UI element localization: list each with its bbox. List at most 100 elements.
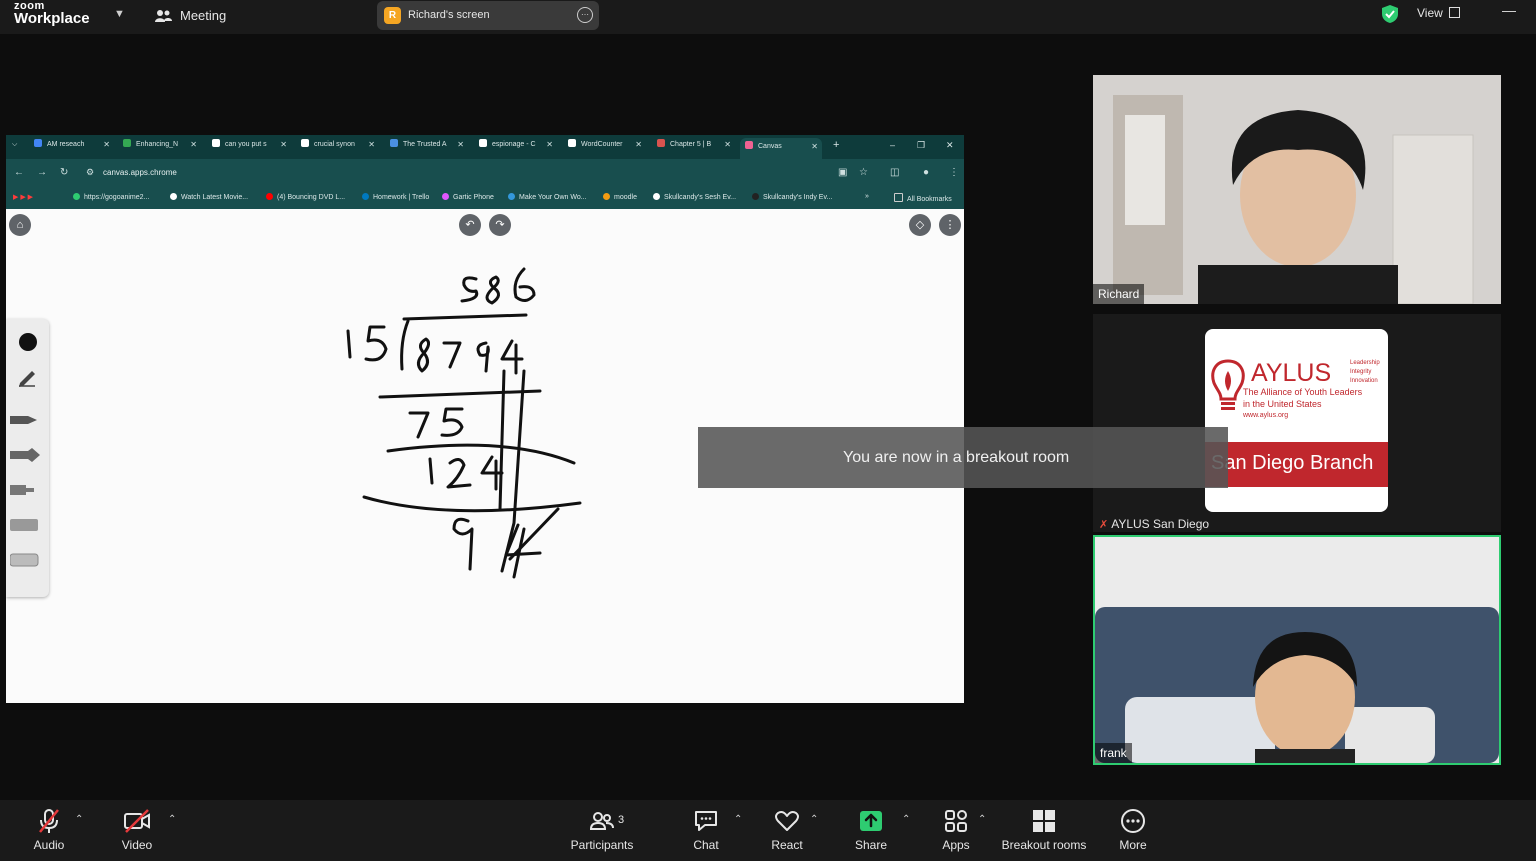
react-button[interactable]: React [770, 808, 804, 852]
fountain-pen-tool-icon[interactable] [10, 446, 40, 464]
audio-button[interactable]: Audio [30, 808, 68, 852]
window-close-icon[interactable]: ✕ [946, 140, 954, 157]
browser-tab[interactable]: AM reseach ✕ [34, 139, 110, 156]
tab-label: AM reseach [47, 141, 85, 148]
home-icon[interactable]: ⌂ [9, 214, 31, 236]
chat-options-chevron-icon[interactable]: ⌃ [734, 814, 742, 825]
browser-menu-icon[interactable]: ⋮ [949, 167, 959, 178]
share-button[interactable]: Share [852, 808, 890, 852]
participant-video-frank[interactable]: frank [1093, 535, 1501, 765]
close-icon[interactable]: ✕ [546, 140, 553, 149]
react-label: React [771, 838, 803, 852]
pen-tool-icon[interactable] [10, 411, 40, 429]
participants-button[interactable]: Participants [570, 808, 634, 852]
browser-tab[interactable]: Enhancing_N ✕ [123, 139, 197, 156]
apps-button[interactable]: Apps [940, 808, 972, 852]
bookmark-item[interactable]: Gartic Phone [442, 193, 494, 201]
canvas-menu-icon[interactable]: ⋮ [939, 214, 961, 236]
close-icon[interactable]: ✕ [811, 142, 818, 151]
new-tab-icon[interactable]: + [833, 139, 839, 156]
close-icon[interactable]: ✕ [724, 140, 731, 149]
aylus-url: www.aylus.org [1243, 412, 1289, 419]
toast-message: You are now in a breakout room [843, 449, 1070, 466]
aylus-tagline-3: Innovation [1350, 378, 1378, 384]
back-arrow-icon[interactable]: ← [14, 167, 24, 178]
security-shield-icon[interactable] [1382, 5, 1398, 23]
audio-options-chevron-icon[interactable]: ⌃ [75, 814, 83, 825]
share-options-chevron-icon[interactable]: ⌃ [902, 814, 910, 825]
more-bookmarks-icon[interactable]: » [865, 193, 869, 200]
minimize-icon[interactable]: — [1502, 2, 1516, 18]
redo-icon[interactable]: ↷ [489, 214, 511, 236]
view-button[interactable]: View [1417, 6, 1460, 20]
bookmark-label: Homework | Trello [373, 194, 430, 201]
meeting-controls-toolbar: Audio ⌃ Video ⌃ Participants 3 Chat ⌃ Re… [0, 800, 1536, 861]
bookmark-favicon-icon [362, 193, 369, 200]
tab-label: espionage - C [492, 141, 536, 148]
muted-mic-icon [39, 809, 59, 833]
more-button[interactable]: More [1116, 808, 1150, 852]
react-options-chevron-icon[interactable]: ⌃ [810, 814, 818, 825]
pen-edit-icon[interactable] [10, 369, 40, 387]
window-minimize-icon[interactable]: – [890, 140, 895, 157]
video-button[interactable]: Video [120, 808, 154, 852]
participant-tile-aylus[interactable]: AYLUS Leadership Integrity Innovation Th… [1093, 314, 1501, 532]
bookmark-star-icon[interactable]: ☆ [859, 167, 868, 178]
close-icon[interactable]: ✕ [190, 140, 197, 149]
browser-tab[interactable]: Chapter 5 | B ✕ [657, 139, 731, 156]
breakout-rooms-button[interactable]: Breakout rooms [1000, 808, 1088, 852]
bookmark-item[interactable]: (4) Bouncing DVD L... [266, 193, 345, 201]
lightbulb-logo-icon [1211, 359, 1245, 410]
close-icon[interactable]: ✕ [103, 140, 110, 149]
participant-video-richard[interactable]: Richard [1093, 75, 1501, 304]
tab-search-dropdown-icon[interactable]: ⌵ [12, 141, 26, 158]
meeting-menu-button[interactable]: Meeting [155, 8, 226, 23]
bookmark-item[interactable]: Make Your Own Wo... [508, 193, 587, 201]
layers-icon[interactable]: ◇ [909, 214, 931, 236]
color-swatch-icon[interactable] [10, 333, 40, 351]
browser-tab[interactable]: WordCounter ✕ [568, 139, 642, 156]
close-icon[interactable]: ✕ [368, 140, 375, 149]
forward-arrow-icon[interactable]: → [37, 167, 47, 178]
bookmark-item[interactable]: Skullcandy's Sesh Ev... [653, 193, 736, 201]
extensions-icon[interactable]: ◫ [890, 167, 899, 178]
profile-avatar-icon[interactable]: ● [923, 167, 929, 178]
chat-button[interactable]: Chat [690, 808, 722, 852]
bookmark-item[interactable]: https://gogoanime2... [73, 193, 149, 201]
apps-options-chevron-icon[interactable]: ⌃ [978, 814, 986, 825]
reload-icon[interactable]: ↻ [60, 167, 68, 178]
browser-tab[interactable]: crucial synon ✕ [301, 139, 375, 156]
bookmark-item[interactable]: Homework | Trello [362, 193, 429, 201]
close-icon[interactable]: ✕ [457, 140, 464, 149]
aylus-tagline-1: Leadership [1350, 360, 1380, 366]
window-restore-icon[interactable]: ❐ [917, 140, 925, 157]
bookmark-item[interactable]: Watch Latest Movie... [170, 193, 248, 201]
close-icon[interactable]: ✕ [280, 140, 287, 149]
install-app-icon[interactable]: ▣ [838, 167, 847, 178]
browser-tab-active[interactable]: Canvas ✕ [740, 138, 822, 159]
site-info-icon[interactable]: ⚙ [86, 167, 94, 178]
browser-tab[interactable]: The Trusted A ✕ [390, 139, 464, 156]
aylus-subtitle-1: The Alliance of Youth Leaders [1243, 387, 1363, 397]
handwritten-long-division-drawing [346, 267, 582, 579]
url-field[interactable]: canvas.apps.chrome [103, 168, 177, 177]
bookmark-label: Watch Latest Movie... [181, 194, 249, 201]
screen-share-indicator[interactable]: R Richard's screen ⋯ [377, 1, 599, 30]
more-options-icon[interactable]: ⋯ [577, 7, 593, 23]
browser-tab[interactable]: espionage - C ✕ [479, 139, 553, 156]
tab-favicon-icon [479, 139, 487, 147]
more-label: More [1119, 838, 1147, 852]
close-icon[interactable]: ✕ [635, 140, 642, 149]
marker-tool-icon[interactable] [10, 481, 40, 499]
tab-favicon-icon [212, 139, 220, 147]
chevron-down-icon[interactable]: ▼ [114, 8, 125, 20]
bookmark-item[interactable]: moodle [603, 193, 637, 201]
highlighter-tool-icon[interactable] [10, 516, 40, 534]
all-bookmarks-folder[interactable]: All Bookmarks [894, 193, 952, 203]
youtube-icon[interactable]: ▶ ▶ ▶ [13, 193, 33, 201]
eraser-tool-icon[interactable] [10, 551, 40, 569]
video-options-chevron-icon[interactable]: ⌃ [168, 814, 176, 825]
bookmark-item[interactable]: Skullcandy's Indy Ev... [752, 193, 832, 201]
undo-icon[interactable]: ↶ [459, 214, 481, 236]
browser-tab[interactable]: can you put s ✕ [212, 139, 287, 156]
